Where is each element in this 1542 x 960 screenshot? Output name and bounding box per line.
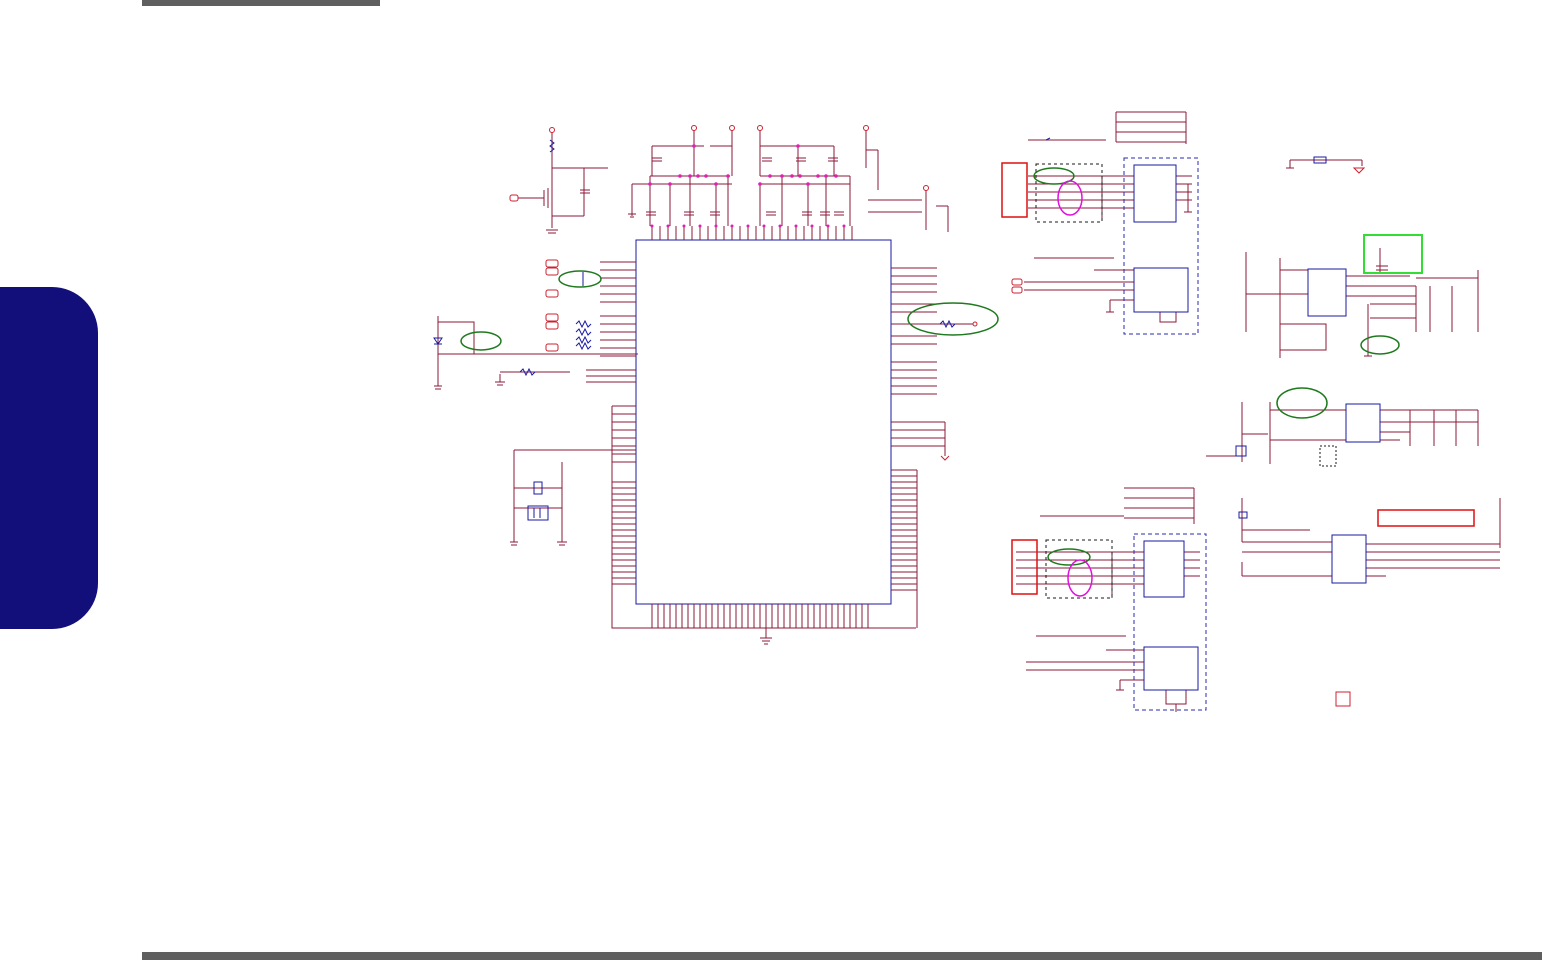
lower-phy-ic [1143,646,1199,691]
main-ic-right-pins [891,267,946,628]
main-ic-bottom-pins [651,604,869,645]
main-ic [635,239,892,605]
lower-magnetics-ic [1143,540,1185,598]
top-right-fuse [1286,159,1363,169]
regulator-circuit-2 [1206,402,1479,464]
bright-green-highlight-box [1363,234,1423,274]
red-highlight-boxes [1001,162,1475,595]
crystal-oscillator-circuit [510,449,636,546]
upper-magnetics-ic [1133,164,1177,223]
regulator-ic-2 [1345,403,1381,443]
upper-transformer-block [1024,111,1192,323]
reset-transistor-circuit [518,132,608,234]
circuit-schematic [433,111,1501,712]
lower-ics [1143,540,1199,691]
top-decoupling-caps [646,157,844,216]
left-series-resistors [575,272,592,351]
left-interface-connectors [545,259,559,352]
magenta-highlight-rings [1057,180,1093,597]
top-power-rails [691,125,929,191]
zener-circuit [434,316,638,390]
top-pin-dots [648,144,846,228]
upper-phy-ic [1133,267,1189,313]
main-ic-body [635,239,892,605]
lower-transformer-block [1016,487,1200,712]
main-ic-top-network [628,130,949,240]
green-highlight-rings [460,167,1400,566]
regulator-ic-3 [1331,534,1367,584]
regulator-ic-1 [1307,268,1347,317]
